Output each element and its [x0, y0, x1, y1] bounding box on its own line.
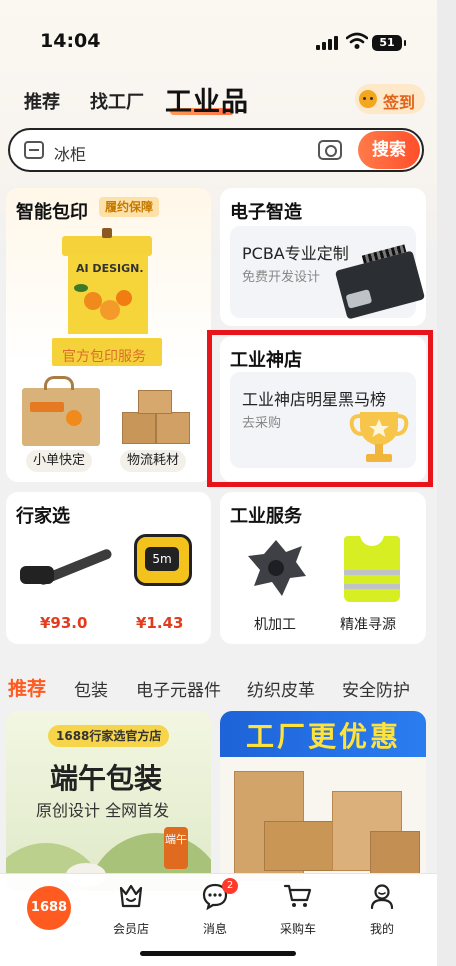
category-tab-safety[interactable]: 安全防护	[342, 676, 410, 701]
sourcing-label[interactable]: 精准寻源	[340, 614, 396, 634]
category-tab-electronics[interactable]: 电子元器件	[136, 676, 221, 701]
message-count-badge: 2	[222, 878, 238, 894]
nav-member-store-label: 会员店	[112, 922, 149, 936]
nav-cart-label: 采购车	[279, 922, 316, 936]
home-logo-button[interactable]: 1688	[27, 886, 71, 930]
home-indicator	[140, 951, 296, 956]
chainsaw-image	[16, 547, 114, 588]
battery-icon: 51	[372, 35, 406, 51]
app-screen: 14:04 51 推荐 找工厂 工业品 签到 冰柜 搜索 智能包印 履约保障 A…	[0, 0, 437, 966]
search-bar[interactable]: 冰柜 搜索	[8, 128, 424, 172]
machined-part-image	[248, 540, 306, 596]
scan-icon[interactable]	[24, 141, 44, 159]
search-button[interactable]: 搜索	[358, 131, 420, 169]
smart-print-title: 智能包印	[16, 202, 88, 223]
mascot-icon	[359, 90, 377, 108]
nav-profile[interactable]: 我的	[347, 882, 417, 936]
gift-box-image: AI DESIGN.	[50, 228, 162, 366]
tape-label: 5m	[145, 547, 179, 571]
safety-vest-image	[344, 534, 400, 602]
official-store-badge: 1688行家选官方店	[48, 725, 170, 747]
industrial-service-card[interactable]: 工业服务 机加工 精准寻源	[220, 492, 426, 644]
carton-stack-image	[116, 388, 196, 446]
wifi-icon	[346, 32, 368, 49]
tab-find-factory[interactable]: 找工厂	[90, 88, 144, 114]
promo1-subtitle: 原创设计 全网首发	[36, 801, 170, 820]
promo1-title: 端午包装	[50, 762, 163, 795]
highlight-box	[207, 330, 433, 487]
small-order-pill[interactable]: 小单快定	[26, 450, 92, 472]
nav-cart[interactable]: 采购车	[263, 882, 333, 936]
category-tab-packaging[interactable]: 包装	[74, 676, 108, 701]
expert-select-card[interactable]: 行家选 5m ¥93.0 ¥1.43	[6, 492, 211, 644]
pcba-sub: 免费开发设计	[242, 270, 321, 285]
factory-promo-card[interactable]: 工厂更优惠	[220, 711, 426, 891]
cardboard-boxes-image	[220, 761, 426, 891]
smart-print-card[interactable]: 智能包印 履约保障 AI DESIGN. 官方包印服务 小单快定 物流耗材	[6, 188, 211, 482]
status-time: 14:04	[40, 30, 101, 52]
fulfillment-tag: 履约保障	[99, 197, 160, 217]
promo2-title: 工厂更优惠	[246, 720, 402, 753]
tape-price: ¥1.43	[136, 614, 184, 632]
pcba-headline: PCBA专业定制	[242, 244, 349, 263]
status-bar: 14:04 51	[0, 30, 437, 60]
pcba-box[interactable]: PCBA专业定制 免费开发设计	[230, 226, 426, 320]
nav-messages-label: 消息	[202, 922, 227, 936]
official-print-link[interactable]: 官方包印服务	[62, 346, 146, 366]
service-title: 工业服务	[230, 506, 302, 527]
electronics-card[interactable]: 电子智造 PCBA专业定制 免费开发设计	[220, 188, 426, 326]
signal-icon	[316, 36, 338, 50]
dragon-boat-promo-card[interactable]: 1688行家选官方店 端午包装 原创设计 全网首发 端午	[6, 711, 211, 891]
profile-icon	[370, 884, 394, 910]
promo1-stamp: 端午	[164, 827, 188, 869]
gift-bag-image	[22, 376, 100, 446]
tab-recommend[interactable]: 推荐	[24, 88, 60, 114]
chainsaw-price: ¥93.0	[40, 614, 88, 632]
signin-label: 签到	[383, 93, 416, 112]
crown-bag-icon	[119, 884, 143, 908]
signin-button[interactable]: 签到	[355, 84, 425, 114]
category-tab-textile[interactable]: 纺织皮革	[247, 676, 315, 701]
nav-profile-label: 我的	[369, 922, 394, 936]
machining-label[interactable]: 机加工	[254, 614, 296, 634]
search-input[interactable]: 冰柜	[54, 141, 86, 165]
nav-messages[interactable]: 消息	[180, 882, 250, 936]
camera-icon[interactable]	[318, 140, 342, 160]
top-nav: 推荐 找工厂 工业品 签到	[0, 78, 437, 118]
cart-icon	[283, 884, 312, 907]
electronics-title: 电子智造	[230, 202, 302, 223]
expert-title: 行家选	[16, 506, 70, 527]
nav-member-store[interactable]: 会员店	[96, 882, 166, 936]
category-tab-recommend[interactable]: 推荐	[8, 674, 46, 701]
logistics-pill[interactable]: 物流耗材	[120, 450, 186, 472]
box-text: AI DESIGN.	[76, 262, 144, 275]
tape-measure-image: 5m	[134, 534, 192, 586]
tab-industrial-goods[interactable]: 工业品	[165, 80, 249, 119]
right-edge-strip	[437, 0, 456, 966]
